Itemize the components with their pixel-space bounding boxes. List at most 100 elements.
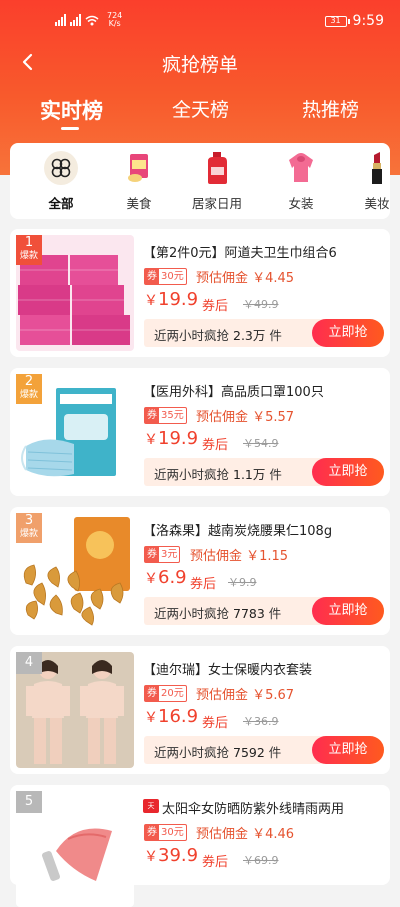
category-all[interactable]: 全部 — [26, 151, 96, 212]
coupon-badge: 券 20元 — [144, 685, 187, 702]
rank-number: 3 — [24, 513, 34, 528]
lipstick-icon — [360, 151, 390, 185]
currency-symbol: ￥ — [144, 293, 158, 309]
category-bar: 全部 美食 居家日用 女装 美妆 — [10, 143, 390, 219]
network-speed: 724 K/s — [107, 12, 122, 28]
category-label: 女装 — [288, 196, 314, 211]
coupon-tag: 券 — [145, 547, 159, 562]
sales-suffix: 件 — [268, 745, 282, 760]
estimated-commission: 预估佣金 ￥5.67 — [196, 688, 295, 703]
coupon-badge: 券 30元 — [144, 824, 187, 841]
product-title[interactable]: 【迪尔瑞】女士保暖内衣套装 — [143, 659, 383, 678]
original-price: ￥36.9 — [243, 715, 279, 728]
coupon-tag: 券 — [145, 686, 159, 701]
sales-bar: 近两小时疯抢 7592 件 立即抢 — [144, 736, 384, 764]
battery-level: 31 — [330, 15, 341, 25]
sales-suffix: 件 — [269, 467, 282, 482]
product-card[interactable]: 4 【迪尔瑞】女士保暖内衣套装 券 20元 预估佣金 ￥5.67 ￥ 16.9 券后… — [10, 646, 390, 774]
sales-count: 2.3万 — [233, 328, 266, 343]
sales-text: 近两小时疯抢 7592 件 — [154, 742, 281, 761]
hoodie-icon — [284, 151, 318, 185]
estimated-commission: 预估佣金 ￥5.57 — [196, 410, 295, 425]
tab-realtime[interactable]: 实时榜 — [40, 95, 103, 125]
sales-prefix: 近两小时疯抢 — [154, 745, 230, 760]
rank-number: 1 — [24, 235, 34, 250]
tab-hot-push[interactable]: 热推榜 — [302, 95, 359, 122]
food-icon — [122, 151, 156, 185]
product-title[interactable]: 【医用外科】高品质口罩100只 — [143, 381, 383, 400]
original-price: ￥49.9 — [243, 298, 279, 311]
rank-badge: 2 爆款 — [16, 374, 42, 404]
battery-icon: 31 — [324, 15, 350, 27]
sales-count: 7783 — [233, 606, 265, 621]
price-value: 16.9 — [158, 706, 199, 727]
product-card[interactable]: 5 天 太阳伞女防晒防紫外线晴雨两用 券 30元 预估佣金 ￥4.46 ￥ 39.9… — [10, 785, 390, 907]
rank-tag: 爆款 — [19, 251, 38, 261]
original-price: ￥9.9 — [228, 576, 257, 589]
rank-number: 5 — [24, 794, 34, 809]
sales-text: 近两小时疯抢 1.1万 件 — [154, 464, 282, 483]
coupon-price: ￥ 19.9 — [144, 428, 198, 449]
rank-number: 4 — [24, 655, 34, 670]
product-title[interactable]: 【洛森果】越南炭烧腰果仁108g — [143, 520, 383, 539]
product-card[interactable]: 3 爆款 【洛森果】越南炭烧腰果仁108g 券 3元 预估佣金 ￥1.15 ￥ 6.… — [10, 507, 390, 635]
estimated-commission: 预估佣金 ￥1.15 — [190, 549, 289, 564]
coupon-value: 30元 — [161, 271, 184, 282]
price-value: 19.9 — [158, 289, 199, 310]
sales-text: 近两小时疯抢 2.3万 件 — [154, 325, 282, 344]
buy-now-button[interactable]: 立即抢 — [312, 736, 384, 764]
price-suffix: 券后 — [202, 299, 229, 314]
rank-tag: 爆款 — [19, 390, 38, 400]
coupon-badge: 券 35元 — [144, 407, 187, 424]
coupon-price: ￥ 39.9 — [144, 845, 198, 866]
category-womens-clothing[interactable]: 女装 — [266, 151, 336, 212]
price-value: 19.9 — [158, 428, 199, 449]
tab-all-day[interactable]: 全天榜 — [172, 95, 229, 122]
product-card[interactable]: 2 爆款 【医用外科】高品质口罩100只 券 35元 预估佣金 ￥5.57 ￥ 19… — [10, 368, 390, 496]
coupon-value: 20元 — [161, 688, 184, 699]
speed-unit: K/s — [108, 19, 121, 28]
sales-bar: 近两小时疯抢 2.3万 件 立即抢 — [144, 319, 384, 347]
price-suffix: 券后 — [202, 438, 229, 453]
category-beauty[interactable]: 美妆 — [342, 151, 390, 212]
category-label: 居家日用 — [191, 196, 242, 211]
sales-prefix: 近两小时疯抢 — [154, 467, 230, 482]
category-label: 美食 — [126, 196, 152, 211]
buy-now-button[interactable]: 立即抢 — [312, 458, 384, 486]
signal-icon — [55, 14, 66, 26]
currency-symbol: ￥ — [144, 849, 158, 865]
category-food[interactable]: 美食 — [104, 151, 174, 212]
product-title[interactable]: 【第2件0元】阿道夫卫生巾组合6 — [143, 242, 383, 261]
coupon-value: 30元 — [161, 827, 184, 838]
rank-badge: 4 — [16, 652, 42, 674]
sales-bar: 近两小时疯抢 1.1万 件 立即抢 — [144, 458, 384, 486]
category-household[interactable]: 居家日用 — [182, 151, 252, 212]
wifi-icon — [85, 15, 99, 25]
rank-number: 2 — [24, 374, 34, 389]
status-right: 31 9:59 — [324, 13, 384, 29]
category-label: 全部 — [48, 196, 74, 211]
currency-symbol: ￥ — [144, 432, 158, 448]
status-bar: 724 K/s 31 9:59 — [0, 0, 400, 40]
price-suffix: 券后 — [202, 716, 229, 731]
product-title[interactable]: 太阳伞女防晒防紫外线晴雨两用 — [162, 798, 400, 817]
buy-now-button[interactable]: 立即抢 — [312, 597, 384, 625]
coupon-price: ￥ 19.9 — [144, 289, 198, 310]
product-card[interactable]: 1 爆款 【第2件0元】阿道夫卫生巾组合6 券 30元 预估佣金 ￥4.45 ￥ 1… — [10, 229, 390, 357]
rank-badge: 5 — [16, 791, 42, 813]
coupon-tag: 券 — [145, 825, 159, 840]
coupon-value: 3元 — [161, 549, 178, 560]
grid-icon — [44, 151, 78, 185]
active-tab-indicator — [61, 127, 79, 130]
coupon-tag: 券 — [145, 269, 159, 284]
sales-count: 1.1万 — [233, 467, 266, 482]
price-value: 39.9 — [158, 845, 199, 866]
coupon-value: 35元 — [161, 410, 184, 421]
tmall-icon: 天 — [143, 799, 159, 813]
sales-suffix: 件 — [269, 328, 282, 343]
currency-symbol: ￥ — [144, 571, 158, 587]
estimated-commission: 预估佣金 ￥4.46 — [196, 827, 295, 842]
buy-now-button[interactable]: 立即抢 — [312, 319, 384, 347]
price-value: 6.9 — [158, 567, 187, 588]
sales-prefix: 近两小时疯抢 — [154, 606, 230, 621]
